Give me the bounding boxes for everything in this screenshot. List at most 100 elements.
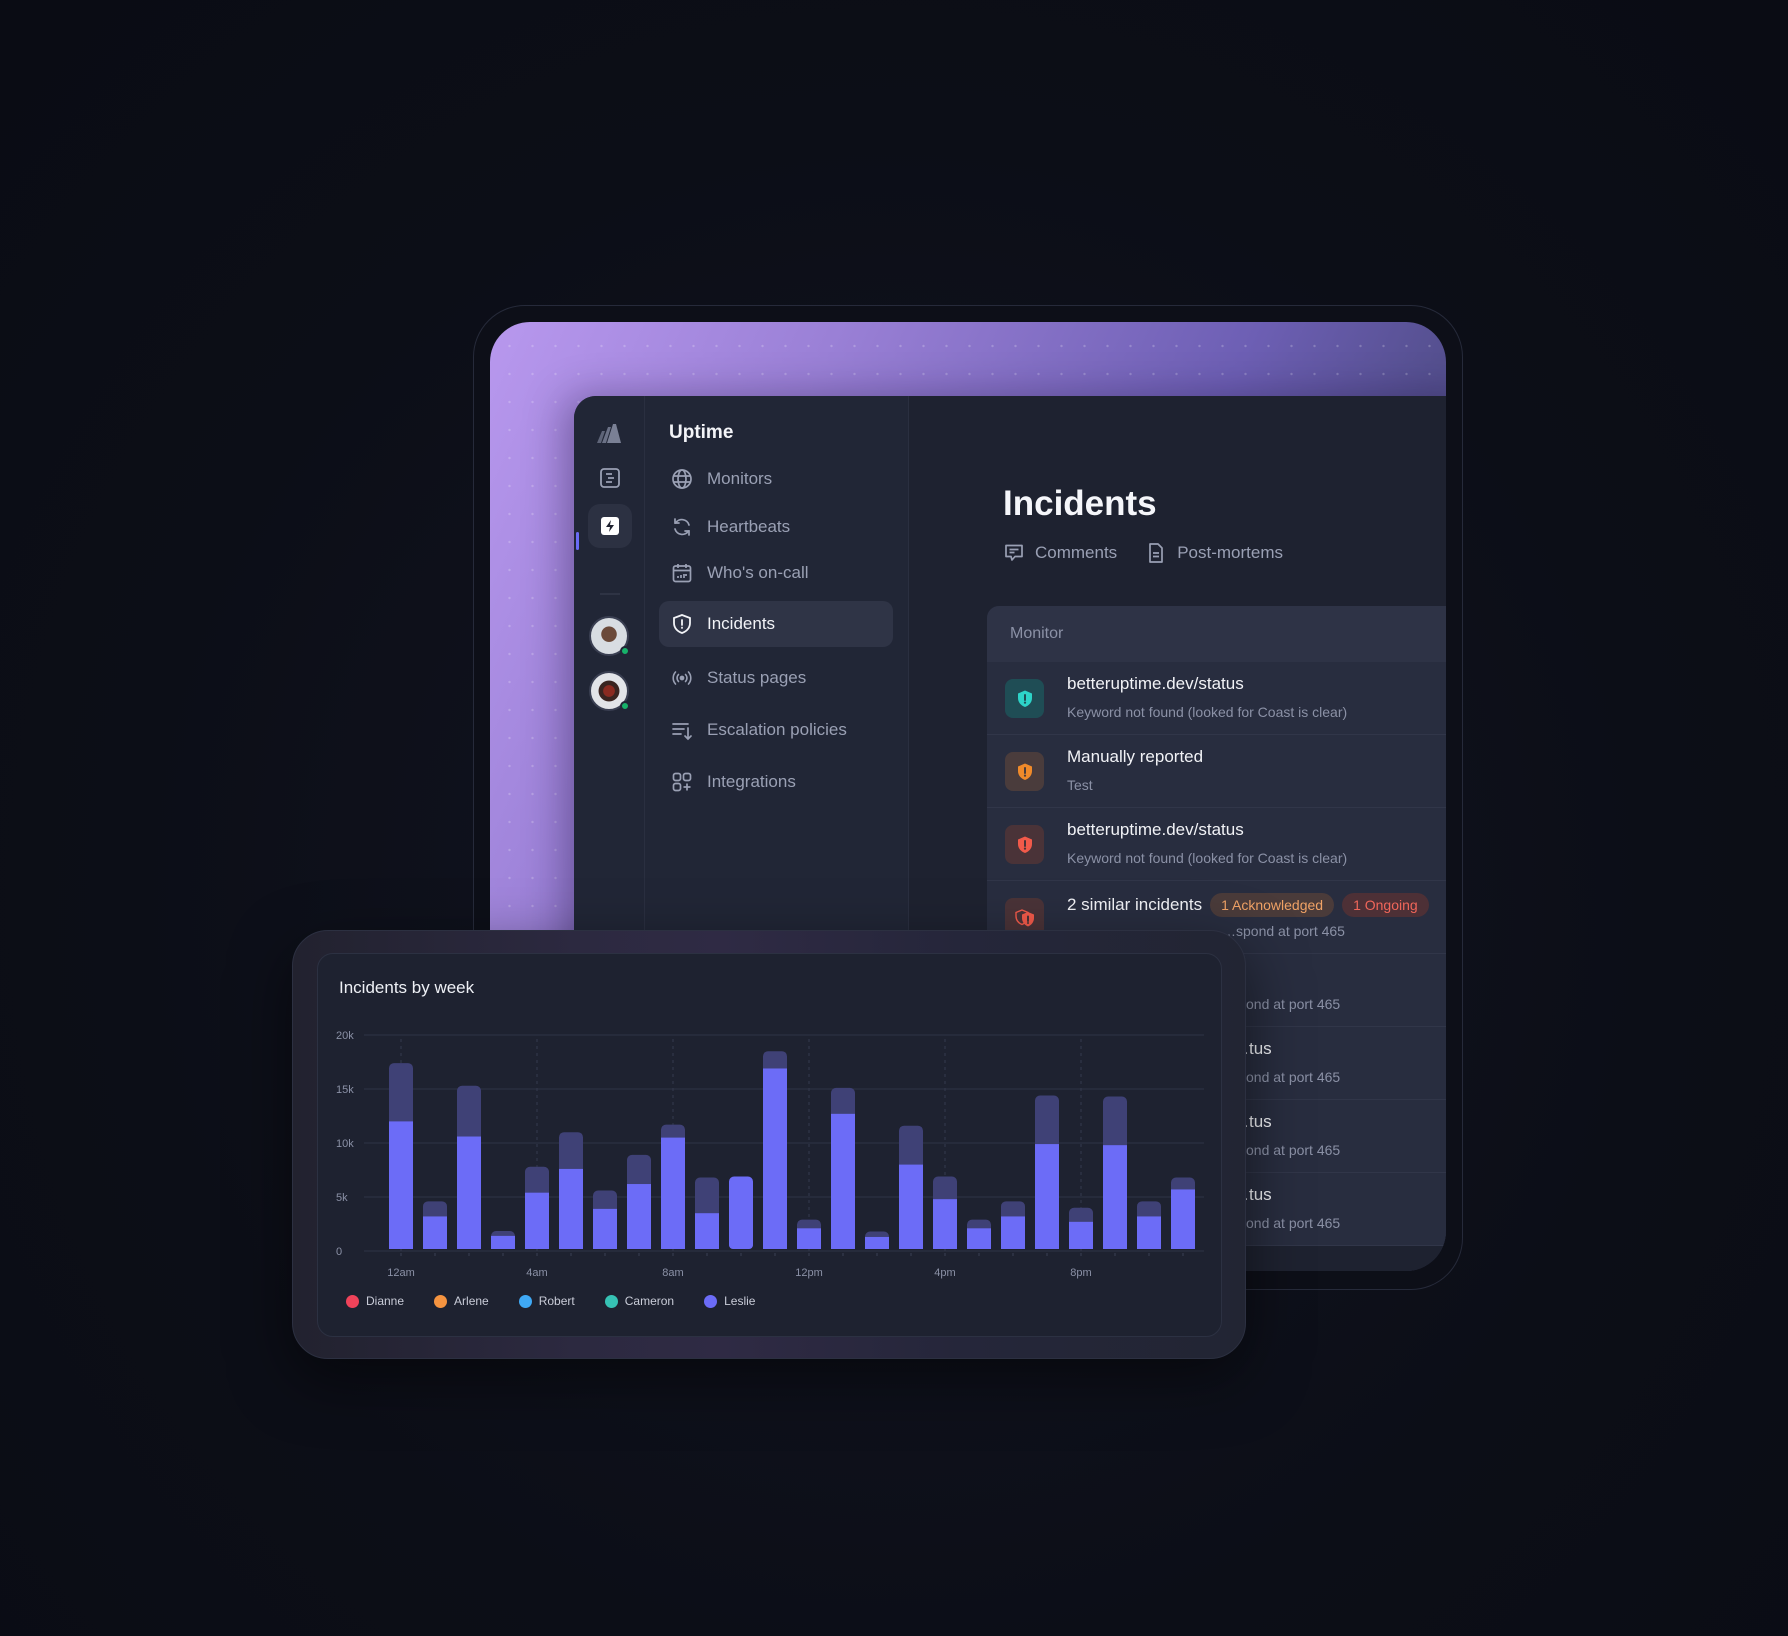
- y-tick-label: 20k: [336, 1030, 354, 1042]
- bar-bottom-cap: [559, 1241, 583, 1249]
- rail-divider: [600, 593, 620, 595]
- sidebar-item-status-pages[interactable]: Status pages: [659, 655, 893, 701]
- broadcast-icon: [672, 671, 692, 685]
- rail-item-layout[interactable]: [588, 456, 632, 500]
- layout-list-icon: [600, 468, 620, 488]
- bar-bottom-cap: [1171, 1241, 1195, 1249]
- bar-segment-base: [729, 1176, 753, 1249]
- sidebar-item-heartbeats[interactable]: Heartbeats: [659, 504, 893, 550]
- tab-label: Comments: [1035, 543, 1118, 562]
- shield-alert-icon: [673, 614, 691, 634]
- x-tick-label: 4am: [526, 1267, 547, 1279]
- legend-item-dianne[interactable]: Dianne: [346, 1294, 404, 1308]
- x-tick-label: 12pm: [795, 1267, 823, 1279]
- legend-dot: [518, 1294, 532, 1308]
- list-arrow-down-icon: [672, 723, 692, 741]
- bar-bottom-cap: [423, 1241, 447, 1249]
- lightning-bolt-icon: [601, 517, 619, 535]
- chart-legend: Dianne Arlene Robert Cameron Leslie: [346, 1294, 755, 1308]
- row-subtitle: …ond at port 465: [1232, 1069, 1341, 1085]
- bar-segment-base: [627, 1184, 651, 1249]
- legend-item-arlene[interactable]: Arlene: [434, 1294, 489, 1308]
- bar-segment-top: [1035, 1095, 1059, 1151]
- bar-segment-base: [559, 1168, 583, 1249]
- bar-segment-top: [899, 1125, 923, 1171]
- status-icon-container: [1005, 752, 1044, 791]
- bar-bottom-cap: [967, 1241, 991, 1249]
- x-tick-label: 4pm: [934, 1267, 955, 1279]
- sidebar-item-label: Monitors: [707, 469, 773, 488]
- sidebar-item-label: Who's on-call: [707, 563, 809, 582]
- legend-dot: [704, 1294, 718, 1308]
- legend-label: Cameron: [624, 1294, 675, 1308]
- bar-segment-base: [1103, 1145, 1127, 1249]
- row-subtitle: …spond at port 465: [1222, 923, 1345, 939]
- sidebar-item-label: Integrations: [707, 772, 796, 791]
- tab-post-mortems[interactable]: Post-mortems: [1145, 542, 1283, 564]
- y-tick-label: 10k: [336, 1138, 354, 1150]
- row-title: 2 similar incidents 1 Acknowledged 1 Ong…: [1067, 893, 1429, 917]
- bar-segment-base: [661, 1137, 685, 1249]
- row-title: betteruptime.dev/status: [1067, 674, 1244, 693]
- bar-bottom-cap: [865, 1241, 889, 1249]
- sidebar-item-label: Heartbeats: [707, 517, 791, 536]
- refresh-icon: [674, 518, 690, 536]
- sidebar-item-label: Escalation policies: [707, 720, 847, 739]
- bar-segment-top: [695, 1177, 719, 1220]
- row-subtitle: …ond at port 465: [1232, 1215, 1341, 1231]
- bar-segment-base: [525, 1192, 549, 1249]
- grid-plus-icon: [672, 772, 692, 792]
- rail-item-uptime[interactable]: [588, 504, 632, 548]
- table-header-monitor: Monitor: [987, 606, 1446, 662]
- row-subtitle: Test: [1067, 777, 1093, 793]
- document-icon: [1149, 543, 1164, 563]
- row-subtitle: …ond at port 465: [1232, 1142, 1341, 1158]
- table-row[interactable]: betteruptime.dev/status Keyword not foun…: [987, 808, 1446, 881]
- stacked-shields-icon: [1014, 908, 1034, 926]
- row-title-text: 2 similar incidents: [1067, 895, 1203, 914]
- bar-segment-base: [831, 1113, 855, 1249]
- online-status-dot: [620, 701, 630, 711]
- legend-item-leslie[interactable]: Leslie: [704, 1294, 755, 1308]
- sidebar-item-whos-on-call[interactable]: Who's on-call: [659, 550, 893, 596]
- legend-label: Leslie: [724, 1294, 756, 1308]
- app-title: Uptime: [669, 422, 734, 443]
- bar-bottom-cap: [661, 1241, 685, 1249]
- tab-comments[interactable]: Comments: [1003, 542, 1117, 564]
- status-icon-container: [1005, 679, 1044, 718]
- row-subtitle: …ond at port 465: [1232, 996, 1341, 1012]
- bar-segment-base: [899, 1164, 923, 1249]
- bar-bottom-cap: [1103, 1241, 1127, 1249]
- legend-item-cameron[interactable]: Cameron: [604, 1294, 675, 1308]
- bar-bottom-cap: [525, 1241, 549, 1249]
- bar-bottom-cap: [695, 1241, 719, 1249]
- sidebar-item-integrations[interactable]: Integrations: [659, 759, 893, 805]
- status-icon-container: [1005, 825, 1044, 864]
- shield-alert-icon: [1017, 836, 1032, 853]
- table-row[interactable]: Manually reported Test: [987, 735, 1446, 808]
- y-tick-label: 15k: [336, 1084, 354, 1096]
- bar-bottom-cap: [797, 1241, 821, 1249]
- table-row[interactable]: betteruptime.dev/status Keyword not foun…: [987, 662, 1446, 735]
- bar-bottom-cap: [457, 1241, 481, 1249]
- acknowledged-badge: 1 Acknowledged: [1210, 893, 1335, 917]
- sidebar-item-monitors[interactable]: Monitors: [659, 456, 893, 502]
- sidebar-item-escalation-policies[interactable]: Escalation policies: [659, 707, 893, 753]
- legend-label: Dianne: [366, 1294, 405, 1308]
- bar-bottom-cap: [1035, 1241, 1059, 1249]
- bar-segment-base: [763, 1068, 787, 1249]
- incidents-bar-chart: 0 5k 10k 15k 20k 12am 4am 8am 12pm 4pm 8pm: [336, 1030, 1204, 1279]
- bar-bottom-cap: [1137, 1241, 1161, 1249]
- bar-segment-top: [559, 1132, 583, 1175]
- legend-item-robert[interactable]: Robert: [518, 1294, 575, 1308]
- bar-bottom-cap: [389, 1241, 413, 1249]
- chart-card: Incidents by week 0 5k 10k 15k 20k 12am 4am 8am…: [292, 930, 1246, 1359]
- brand-logo-icon: [597, 424, 621, 443]
- sidebar-item-incidents[interactable]: Incidents: [659, 601, 893, 647]
- globe-icon: [672, 469, 692, 489]
- legend-label: Robert: [538, 1294, 575, 1308]
- bar-segment-top: [457, 1085, 481, 1143]
- bar-bottom-cap: [1001, 1241, 1025, 1249]
- subtabs: Comments Post-mortems: [1003, 542, 1283, 564]
- calendar-icon: [672, 564, 692, 583]
